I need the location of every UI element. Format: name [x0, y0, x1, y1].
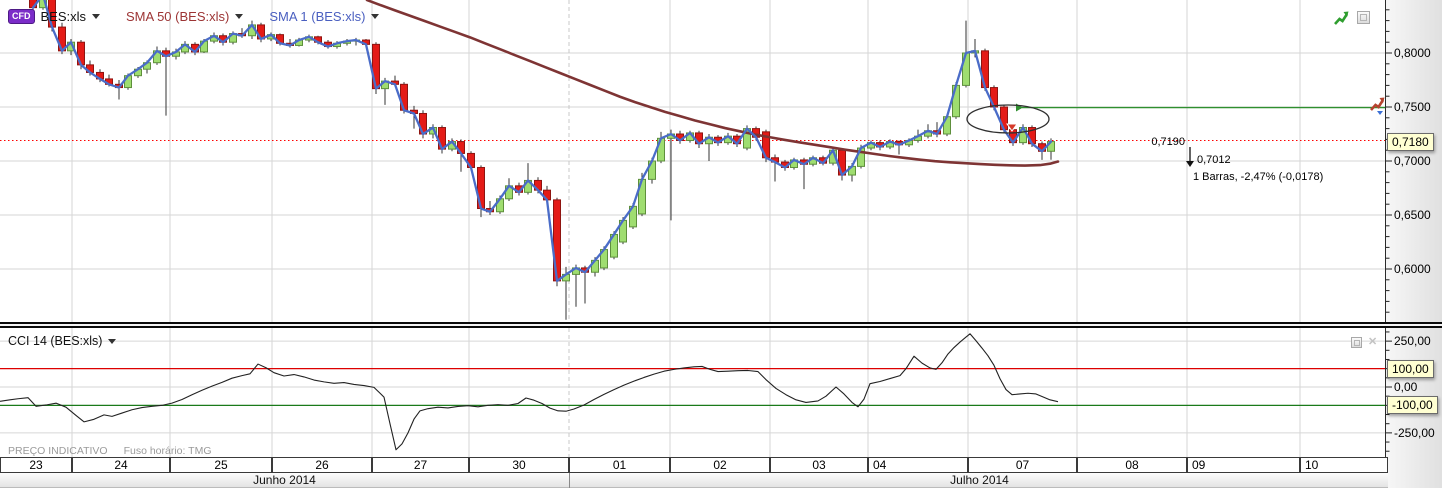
current-price-badge: 0,7180 — [1387, 132, 1434, 151]
time-axis-month-label: Julho 2014 — [569, 473, 1389, 488]
candles — [29, 0, 1055, 320]
panel-toggle-glyph — [1360, 14, 1367, 21]
chevron-down-icon — [371, 14, 380, 19]
price-pane[interactable] — [0, 0, 1385, 322]
time-axis-day-cell: 25 — [170, 457, 272, 473]
cci-line — [0, 333, 1059, 451]
bar-change-label: 1 Barras, -2,47% (-0,0178) — [1193, 171, 1324, 183]
price-axis-gutter[interactable]: 0,8000 0,7500 0,7000 0,6500 0,6000 0,7180 10… — [1385, 0, 1442, 488]
sma50-selector[interactable]: SMA 50 (BES:xls) — [126, 9, 244, 24]
cci-pane[interactable] — [0, 328, 1385, 457]
time-axis-day-cell: 26 — [272, 457, 372, 473]
instrument-label: BES:xls — [40, 9, 87, 24]
price-axis-label: 0,8000 — [1394, 46, 1431, 60]
time-axis[interactable]: 23 24 25 26 27 30 01 02 03 04 07 08 09 10 — [0, 457, 1388, 473]
cci-close-icon[interactable]: ✕ — [1368, 337, 1377, 348]
cci-chart[interactable] — [0, 328, 1385, 457]
pane-splitter[interactable] — [0, 322, 1442, 328]
time-axis-day-cell: 01 — [569, 457, 670, 473]
chevron-down-icon — [108, 338, 117, 344]
status-indicative-price: PREÇO INDICATIVO — [8, 445, 108, 457]
time-axis-day-cell: 07 — [968, 457, 1077, 473]
status-timezone: Fuso horário: TMG — [123, 445, 212, 457]
cci-selector[interactable]: CCI 14 (BES:xls) — [8, 334, 117, 348]
time-axis-day-cell: 02 — [670, 457, 770, 473]
time-axis-day-cell: 08 — [1077, 457, 1187, 473]
time-axis-months: Junho 2014 Julho 2014 — [0, 473, 1388, 488]
price-axis-label: 0,7000 — [1394, 154, 1431, 168]
restore-glyph — [1353, 339, 1360, 346]
panel-toggle-button[interactable] — [1357, 11, 1370, 24]
cci-lower-level-badge: -100,00 — [1387, 396, 1438, 415]
time-axis-day-cell: 09 — [1187, 457, 1300, 473]
time-axis-day-cell: 10 — [1300, 457, 1388, 473]
cci-label: CCI 14 (BES:xls) — [8, 334, 103, 348]
chart-app: 0,8000 0,7500 0,7000 0,6500 0,6000 0,7180 10… — [0, 0, 1442, 488]
chart-header: CFD BES:xls SMA 50 (BES:xls) SMA 1 (BES:… — [8, 9, 405, 24]
time-axis-day-cell: 04 — [868, 457, 968, 473]
cfd-badge: CFD — [8, 9, 35, 24]
time-axis-day-cell: 23 — [0, 457, 72, 473]
sma1-line — [31, 0, 1053, 283]
cci-upper-level-badge: 100,00 — [1387, 359, 1434, 378]
sma1-label: SMA 1 (BES:xls) — [269, 9, 366, 24]
chevron-down-icon — [92, 14, 101, 19]
up-trend-icon[interactable] — [1333, 10, 1350, 27]
sma1-selector[interactable]: SMA 1 (BES:xls) — [269, 9, 380, 24]
price-chart[interactable] — [0, 0, 1385, 322]
arrow-target-price-label: 0,7012 — [1197, 154, 1231, 166]
time-axis-day-cell: 03 — [770, 457, 868, 473]
price-axis-label: 0,6500 — [1394, 208, 1431, 222]
instrument-selector[interactable]: BES:xls — [41, 9, 101, 24]
time-axis-day-cell: 24 — [72, 457, 170, 473]
time-axis-day-cell: 30 — [469, 457, 569, 473]
chevron-down-icon — [235, 14, 244, 19]
level-price-label: 0,7190 — [1151, 136, 1185, 148]
cci-axis-label: 0,00 — [1394, 380, 1418, 394]
cci-restore-button[interactable] — [1351, 337, 1362, 348]
time-axis-month-label: Junho 2014 — [253, 473, 316, 487]
sma50-label: SMA 50 (BES:xls) — [126, 9, 230, 24]
price-axis-label: 0,6000 — [1394, 262, 1431, 276]
cci-axis-label: 250,00 — [1394, 334, 1431, 349]
status-bar: PREÇO INDICATIVO Fuso horário: TMG — [8, 445, 212, 457]
cci-axis-label: -250,00 — [1394, 425, 1435, 440]
sell-signal-icon[interactable] — [1369, 96, 1387, 116]
time-axis-day-cell: 27 — [372, 457, 469, 473]
price-axis-label: 0,7500 — [1394, 100, 1431, 114]
